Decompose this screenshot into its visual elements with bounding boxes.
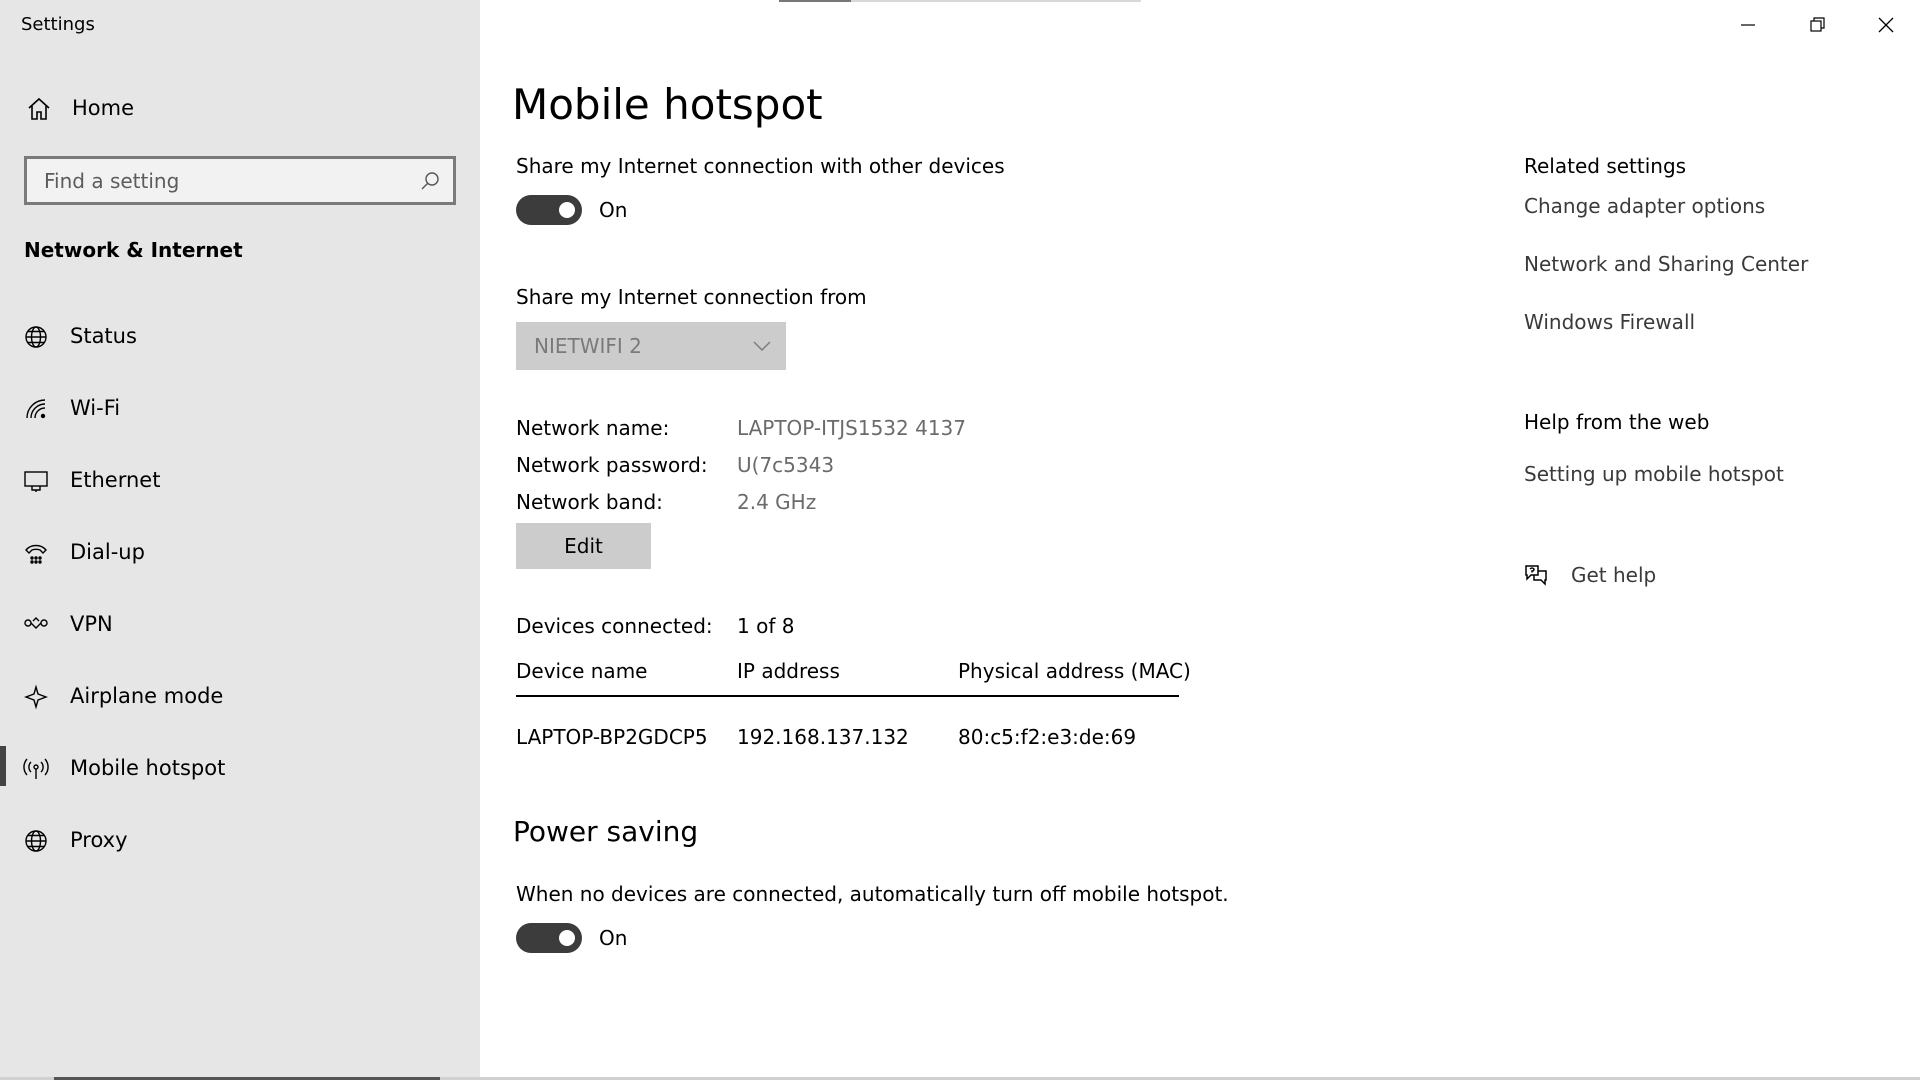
sidebar-item-label: Home	[72, 96, 135, 120]
close-icon	[1878, 17, 1893, 33]
sidebar-item-label: Dial-up	[70, 540, 145, 564]
ethernet-icon	[24, 471, 48, 492]
get-help-icon[interactable]	[1522, 560, 1550, 588]
sidebar-item-label: Mobile hotspot	[70, 756, 226, 780]
sidebar-item-status[interactable]: Status	[0, 308, 480, 380]
network-sharing-center-link[interactable]: Network and Sharing Center	[1524, 252, 1808, 276]
share-from-dropdown[interactable]: NIETWIFI 2	[516, 322, 786, 370]
column-header-mac-address: Physical address (MAC)	[958, 659, 1191, 683]
setting-up-mobile-hotspot-link[interactable]: Setting up mobile hotspot	[1524, 462, 1784, 486]
hotspot-icon	[23, 758, 49, 779]
device-name-cell: LAPTOP-BP2GDCP5	[516, 725, 708, 749]
globe-status-icon	[25, 326, 47, 348]
toggle-knob	[559, 930, 575, 946]
sidebar-item-proxy[interactable]: Proxy	[0, 812, 480, 884]
network-password-value: U(7c5343	[737, 453, 835, 477]
chevron-down-icon	[753, 341, 771, 351]
toggle-knob	[559, 202, 575, 218]
related-settings-heading: Related settings	[1524, 154, 1687, 178]
close-button[interactable]	[1851, 0, 1920, 50]
restore-button[interactable]	[1782, 0, 1851, 50]
page-title: Mobile hotspot	[512, 80, 823, 129]
windows-firewall-link[interactable]: Windows Firewall	[1524, 310, 1695, 334]
airplane-icon	[24, 684, 48, 710]
sidebar-item-mobile-hotspot[interactable]: Mobile hotspot	[0, 740, 480, 812]
sidebar-item-label: VPN	[70, 612, 113, 636]
share-from-value: NIETWIFI 2	[534, 334, 642, 358]
network-name-value: LAPTOP-ITJS1532 4137	[737, 416, 967, 440]
ip-address-cell: 192.168.137.132	[737, 725, 909, 749]
network-band-label: Network band:	[516, 490, 663, 514]
sidebar: Settings Home Network & Internet	[0, 0, 480, 1080]
restore-icon	[1809, 17, 1825, 32]
sidebar-item-label: Status	[70, 324, 137, 348]
home-icon	[28, 97, 50, 120]
share-connection-toggle[interactable]	[516, 195, 582, 225]
network-name-label: Network name:	[516, 416, 670, 440]
search-icon[interactable]	[419, 170, 441, 192]
search-box[interactable]	[24, 156, 456, 205]
minimize-icon	[1740, 24, 1755, 26]
sidebar-item-ethernet[interactable]: Ethernet	[0, 452, 480, 524]
globe-icon	[25, 830, 47, 852]
table-header-divider	[516, 695, 1179, 697]
sidebar-item-vpn[interactable]: VPN	[0, 596, 480, 668]
titlebar-controls	[1713, 0, 1920, 50]
section-title: Network & Internet	[24, 238, 243, 262]
wifi-icon	[26, 399, 46, 419]
sidebar-item-label: Airplane mode	[70, 684, 224, 708]
share-connection-label: Share my Internet connection with other …	[516, 154, 1005, 178]
power-saving-title: Power saving	[513, 815, 699, 848]
network-band-value: 2.4 GHz	[737, 490, 817, 514]
edit-button[interactable]: Edit	[516, 523, 651, 569]
top-scroll-thumb	[779, 0, 851, 2]
settings-window: Settings Home Network & Internet	[0, 0, 1920, 1080]
devices-connected-value: 1 of 8	[737, 614, 795, 638]
search-input[interactable]	[42, 166, 412, 196]
top-scroll-indicator	[779, 0, 1141, 2]
share-from-label: Share my Internet connection from	[516, 285, 867, 309]
share-connection-toggle-state: On	[599, 198, 628, 222]
column-header-device-name: Device name	[516, 659, 648, 683]
sidebar-nav: Status Wi-Fi Ethernet Dial-up VPN Airpla…	[0, 308, 480, 884]
app-title: Settings	[21, 14, 95, 35]
sidebar-item-dial-up[interactable]: Dial-up	[0, 524, 480, 596]
sidebar-item-label: Ethernet	[70, 468, 161, 492]
power-saving-toggle-state: On	[599, 926, 628, 950]
minimize-button[interactable]	[1713, 0, 1782, 50]
help-from-web-heading: Help from the web	[1524, 410, 1710, 434]
network-password-label: Network password:	[516, 453, 708, 477]
get-help-link[interactable]: Get help	[1571, 563, 1656, 587]
devices-connected-label: Devices connected:	[516, 614, 713, 638]
vpn-icon	[24, 617, 48, 629]
sidebar-item-label: Wi-Fi	[70, 396, 121, 420]
power-saving-label: When no devices are connected, automatic…	[516, 882, 1229, 906]
change-adapter-options-link[interactable]: Change adapter options	[1524, 194, 1765, 218]
sidebar-item-label: Proxy	[70, 828, 128, 852]
column-header-ip-address: IP address	[737, 659, 840, 683]
sidebar-item-airplane-mode[interactable]: Airplane mode	[0, 668, 480, 740]
power-saving-toggle[interactable]	[516, 923, 582, 953]
sidebar-item-home[interactable]: Home	[0, 86, 480, 134]
mac-address-cell: 80:c5:f2:e3:de:69	[958, 725, 1137, 749]
dial-up-icon	[25, 544, 47, 564]
sidebar-item-wifi[interactable]: Wi-Fi	[0, 380, 480, 452]
